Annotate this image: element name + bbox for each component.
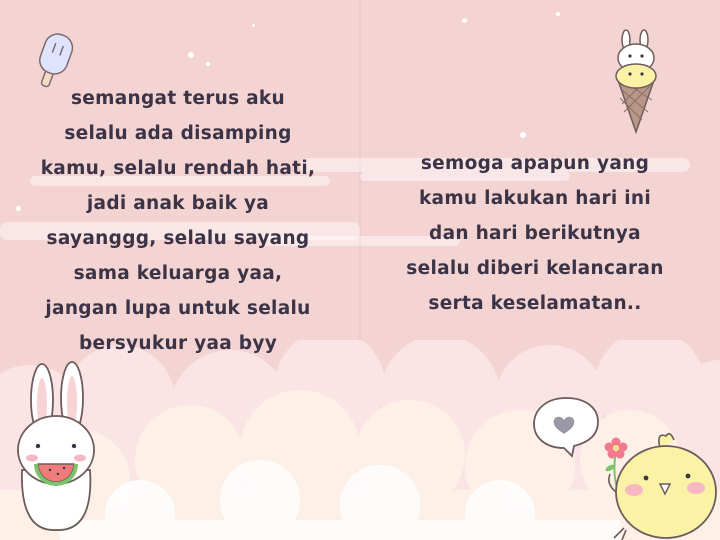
page: semangat terus aku selalu ada disamping … <box>0 0 720 540</box>
left-message-line: semangat terus aku <box>71 88 285 109</box>
sparkle <box>462 18 467 23</box>
right-message-line: semoga apapun yang <box>420 153 650 174</box>
bunny-ice-cream-icon <box>615 29 657 135</box>
left-message-line: jadi anak baik ya <box>86 193 270 214</box>
right-message-line: kamu lakukan hari ini <box>418 188 652 209</box>
left-message-line: kamu, selalu rendah hati, <box>40 158 316 179</box>
chick-icon <box>608 432 717 540</box>
sparkle <box>206 62 210 66</box>
bunny-watermelon-icon <box>17 361 95 531</box>
right-message-line: serta keselamatan.. <box>428 293 642 314</box>
right-message: semoga apapun yang kamu lakukan hari ini… <box>382 146 688 321</box>
sparkle <box>520 132 526 138</box>
sparkle <box>556 12 560 16</box>
sparkle <box>188 52 194 58</box>
left-message-line: sayanggg, selalu sayang <box>46 228 310 249</box>
sparkle <box>252 24 255 27</box>
left-message: semangat terus aku selalu ada disamping … <box>20 81 336 361</box>
right-message-line: dan hari berikutnya <box>429 223 641 244</box>
right-message-line: selalu diberi kelancaran <box>406 258 664 279</box>
left-message-line: bersyukur yaa byy <box>78 333 278 354</box>
left-message-line: sama keluarga yaa, <box>73 263 283 284</box>
left-message-line: selalu ada disamping <box>64 123 292 144</box>
heart-speech-bubble-icon <box>533 397 599 458</box>
left-message-line: jangan lupa untuk selalu <box>45 298 311 319</box>
